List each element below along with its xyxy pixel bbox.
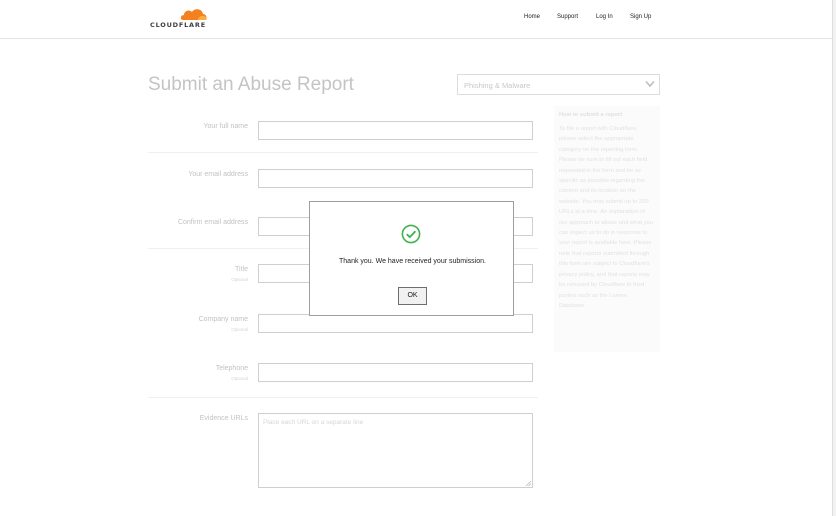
cloud-icon <box>180 9 207 20</box>
email-label: Your email address <box>188 171 248 178</box>
full-name-input[interactable] <box>258 121 533 140</box>
window-scrollbar[interactable] <box>832 0 836 516</box>
company-optional-hint: Optional <box>231 327 248 332</box>
sidebar-title: How to submit a report <box>559 112 623 118</box>
site-header: CLOUDFLARE Home Support Log In Sign Up <box>0 0 836 39</box>
category-select[interactable]: Phishing & Malware <box>457 74 660 95</box>
resize-grip-icon[interactable] <box>525 480 531 486</box>
chevron-down-icon <box>645 80 655 88</box>
category-select-value: Phishing & Malware <box>464 81 531 90</box>
nav-signup-link[interactable]: Sign Up <box>630 14 651 20</box>
dialog-message: Thank you. We have received your submiss… <box>339 258 486 265</box>
nav-home-link[interactable]: Home <box>524 14 540 20</box>
telephone-optional-hint: Optional <box>231 376 248 381</box>
form-divider <box>148 397 538 398</box>
nav-login-link[interactable]: Log In <box>596 14 613 20</box>
confirm-email-label: Confirm email address <box>177 219 248 226</box>
evidence-urls-placeholder: Place each URL on a separate line <box>263 419 364 426</box>
sidebar-body: To file a report with Cloudflare, please… <box>559 126 654 309</box>
logo-text: CLOUDFLARE <box>150 21 206 29</box>
email-input[interactable] <box>258 169 533 188</box>
cloudflare-logo[interactable]: CLOUDFLARE <box>150 7 212 29</box>
form-divider <box>148 152 538 153</box>
check-circle-icon <box>401 224 421 244</box>
evidence-urls-textarea[interactable]: Place each URL on a separate line <box>258 413 533 488</box>
evidence-urls-label: Evidence URLs <box>199 415 248 422</box>
title-optional-hint: Optional <box>231 277 248 282</box>
full-name-label: Your full name <box>203 123 249 130</box>
ok-button[interactable]: OK <box>398 287 427 305</box>
title-label: Title <box>235 266 248 273</box>
company-input[interactable] <box>258 314 533 333</box>
page-title: Submit an Abuse Report <box>148 74 354 95</box>
confirmation-dialog: Thank you. We have received your submiss… <box>309 201 514 316</box>
nav-support-link[interactable]: Support <box>557 14 578 20</box>
telephone-input[interactable] <box>258 363 533 382</box>
company-label: Company name <box>198 316 248 323</box>
help-sidebar: How to submit a report To file a report … <box>554 106 660 352</box>
telephone-label: Telephone <box>215 365 248 372</box>
